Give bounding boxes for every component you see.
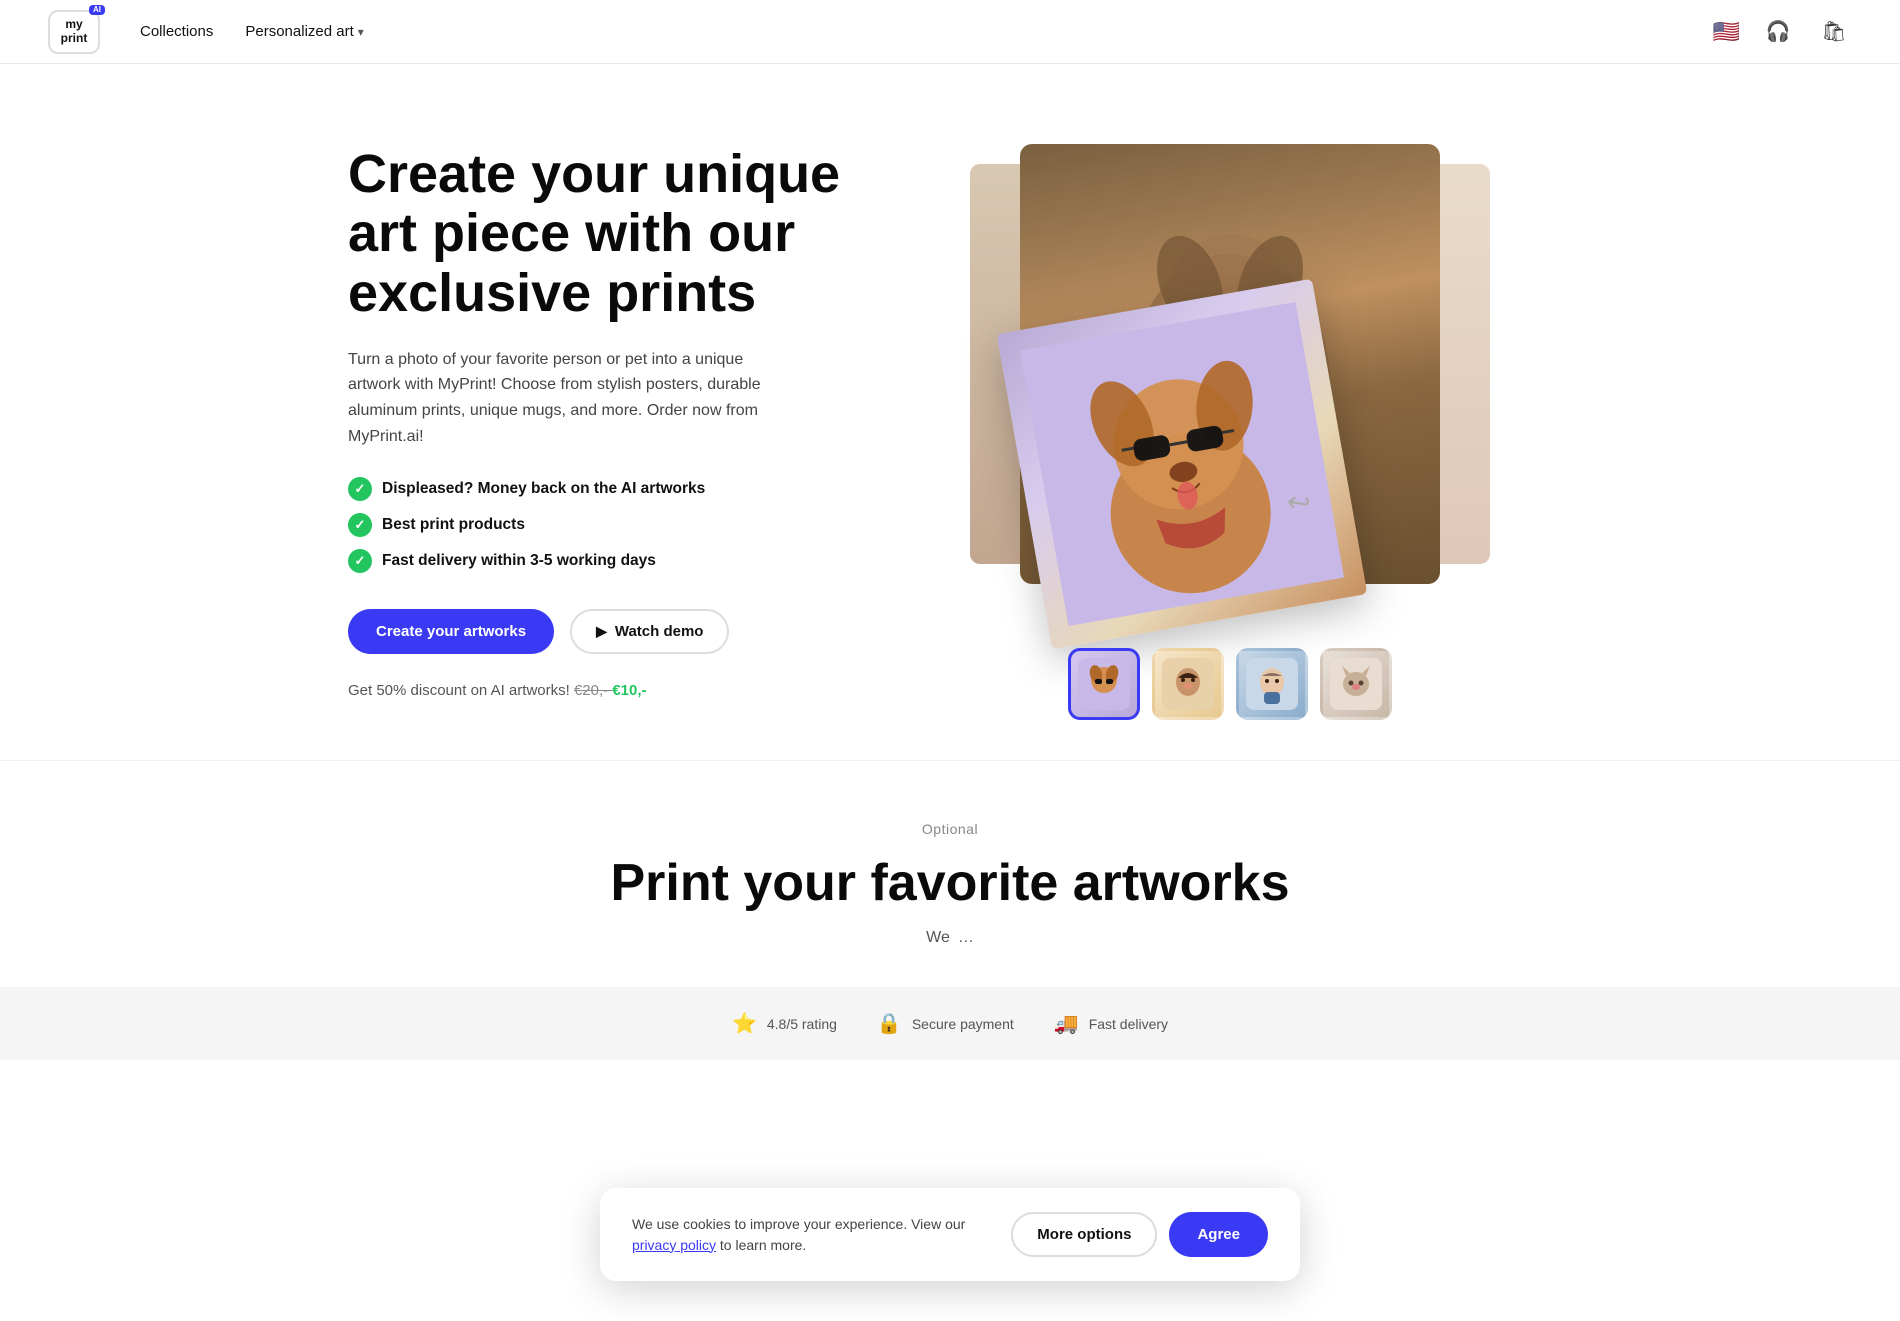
strip-item-1: ⭐ 4.8/5 rating [732,1011,837,1036]
thumbnail-child[interactable] [1152,648,1224,720]
hero-buttons: Create your artworks ▶ Watch demo [348,609,848,654]
nav-links: Collections Personalized art ▾ [140,23,364,40]
feature-item-3: ✓ Fast delivery within 3-5 working days [348,549,848,573]
arrow-hint-icon: ↩ [1284,484,1313,521]
feature-text-3: Fast delivery within 3-5 working days [382,552,656,570]
logo-ai-badge: AI [89,5,105,16]
nav-personalized-art[interactable]: Personalized art ▾ [245,23,363,40]
thumbnail-cat[interactable] [1320,648,1392,720]
navbar: my print AI Collections Personalized art… [0,0,1900,64]
section-print-title: Print your favorite artworks [48,853,1852,913]
check-icon-2: ✓ [348,513,372,537]
navbar-right: 🇺🇸 🎧 🛍 [1713,14,1852,50]
lock-icon: 🔒 [877,1011,902,1036]
privacy-policy-link[interactable]: privacy policy [632,1237,716,1253]
video-icon: ▶ [596,623,607,640]
feature-list: ✓ Displeased? Money back on the AI artwo… [348,477,848,573]
nav-collections[interactable]: Collections [140,23,213,40]
logo-box: my print AI [48,10,100,54]
strip-item-2: 🔒 Secure payment [877,1011,1014,1036]
optional-label: Optional [48,821,1852,837]
bottom-strip: ⭐ 4.8/5 rating 🔒 Secure payment 🚚 Fast d… [0,987,1900,1060]
section-print: Optional Print your favorite artworks We… [0,760,1900,967]
thumbnail-strip [1068,648,1392,720]
strip-item-3: 🚚 Fast delivery [1054,1011,1168,1036]
hero-section: Create your unique art piece with our ex… [300,64,1600,760]
feature-text-1: Displeased? Money back on the AI artwork… [382,480,705,498]
feature-item-1: ✓ Displeased? Money back on the AI artwo… [348,477,848,501]
hero-description: Turn a photo of your favorite person or … [348,347,768,449]
create-artworks-button[interactable]: Create your artworks [348,609,554,654]
hero-right: ↩ [908,124,1552,720]
thumbnail-man[interactable] [1236,648,1308,720]
logo[interactable]: my print AI [48,10,100,54]
hero-art-canvas [997,279,1368,650]
hero-images-container: ↩ [970,144,1490,624]
chevron-down-icon: ▾ [358,25,364,39]
star-icon: ⭐ [732,1011,757,1036]
truck-icon: 🚚 [1054,1011,1079,1036]
thumbnail-dog-inner [1071,651,1137,717]
more-options-button[interactable]: More options [1011,1212,1157,1257]
price-old: €20,- [574,682,612,699]
thumbnail-dog[interactable] [1068,648,1140,720]
support-icon[interactable]: 🎧 [1760,14,1796,50]
flag-icon[interactable]: 🇺🇸 [1713,19,1740,45]
navbar-left: my print AI Collections Personalized art… [48,10,364,54]
discount-row: Get 50% discount on AI artworks! €20,- €… [348,682,848,699]
agree-button[interactable]: Agree [1169,1212,1268,1257]
hero-left: Create your unique art piece with our ex… [348,145,848,700]
feature-item-2: ✓ Best print products [348,513,848,537]
thumbnail-child-inner [1155,651,1221,717]
watch-demo-button[interactable]: ▶ Watch demo [570,609,729,654]
check-icon-3: ✓ [348,549,372,573]
cart-icon[interactable]: 🛍 [1816,14,1852,50]
section-print-desc: We … [600,929,1300,947]
hero-title: Create your unique art piece with our ex… [348,145,848,323]
cookie-banner: We use cookies to improve your experienc… [600,1188,1300,1281]
feature-text-2: Best print products [382,516,525,534]
strip-items: ⭐ 4.8/5 rating 🔒 Secure payment 🚚 Fast d… [732,1011,1168,1036]
thumbnail-man-inner [1239,651,1305,717]
cookie-text: We use cookies to improve your experienc… [632,1214,979,1256]
price-new: €10,- [612,682,646,699]
cookie-buttons: More options Agree [1011,1212,1268,1257]
logo-text-line2: print [61,32,88,45]
thumbnail-cat-inner [1323,651,1389,717]
check-icon-1: ✓ [348,477,372,501]
logo-text-line1: my [65,18,82,31]
